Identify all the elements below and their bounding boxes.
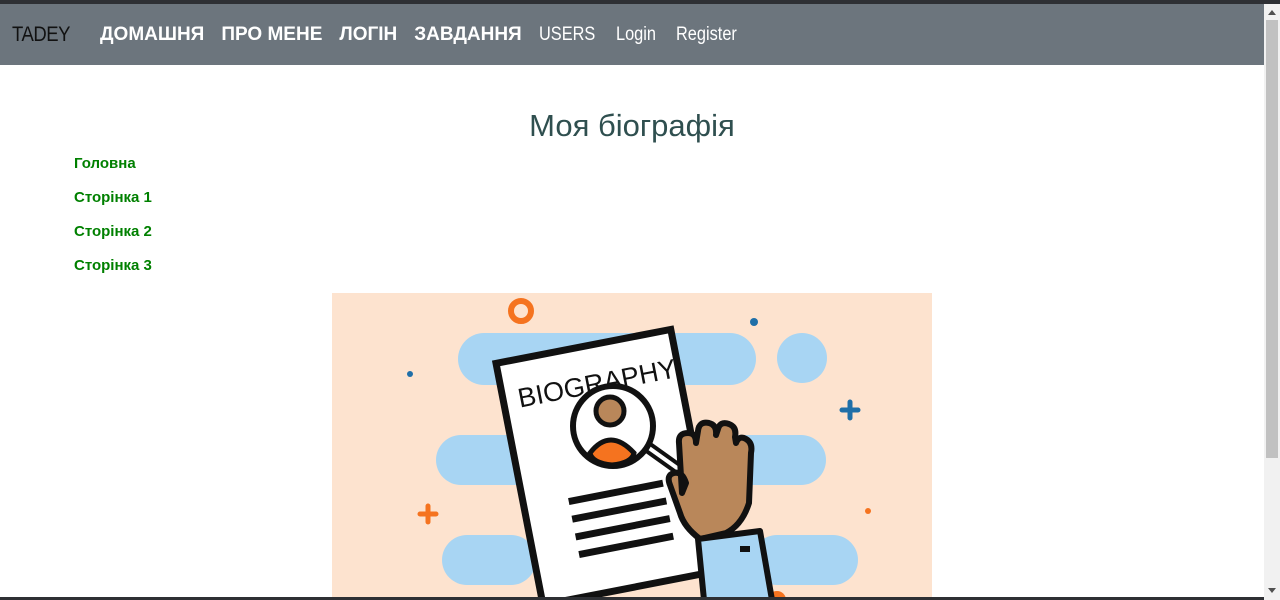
page-title: Моя біографія [529,108,735,143]
nav-links: ДОМАШНЯ ПРО МЕНЕ ЛОГІН ЗАВДАННЯ USERS Lo… [100,24,751,46]
biography-illustration: BIOGRAPHY [332,293,932,600]
nav-link-tasks[interactable]: ЗАВДАННЯ [414,24,521,46]
side-link-page-2[interactable]: Сторінка 2 [74,222,152,256]
nav-link-login-ua[interactable]: ЛОГІН [339,24,397,46]
side-link-page-3[interactable]: Сторінка 3 [74,256,152,290]
scroll-down-arrow-icon[interactable] [1264,584,1280,598]
nav-link-home[interactable]: ДОМАШНЯ [100,24,204,46]
side-link-page-1[interactable]: Сторінка 1 [74,188,152,222]
nav-link-users[interactable]: USERS [539,24,595,46]
vertical-scrollbar[interactable] [1264,4,1280,600]
nav-link-about[interactable]: ПРО МЕНЕ [221,24,322,46]
nav-link-register[interactable]: Register [676,24,737,46]
navbar: TADEY ДОМАШНЯ ПРО МЕНЕ ЛОГІН ЗАВДАННЯ US… [0,4,1264,65]
nav-link-login[interactable]: Login [616,24,656,46]
scrollbar-thumb[interactable] [1266,20,1278,458]
side-menu: Головна Сторінка 1 Сторінка 2 Сторінка 3 [74,154,152,290]
brand-logo[interactable]: TADEY [12,23,70,47]
side-link-main[interactable]: Головна [74,154,152,188]
scroll-up-arrow-icon[interactable] [1264,6,1280,20]
